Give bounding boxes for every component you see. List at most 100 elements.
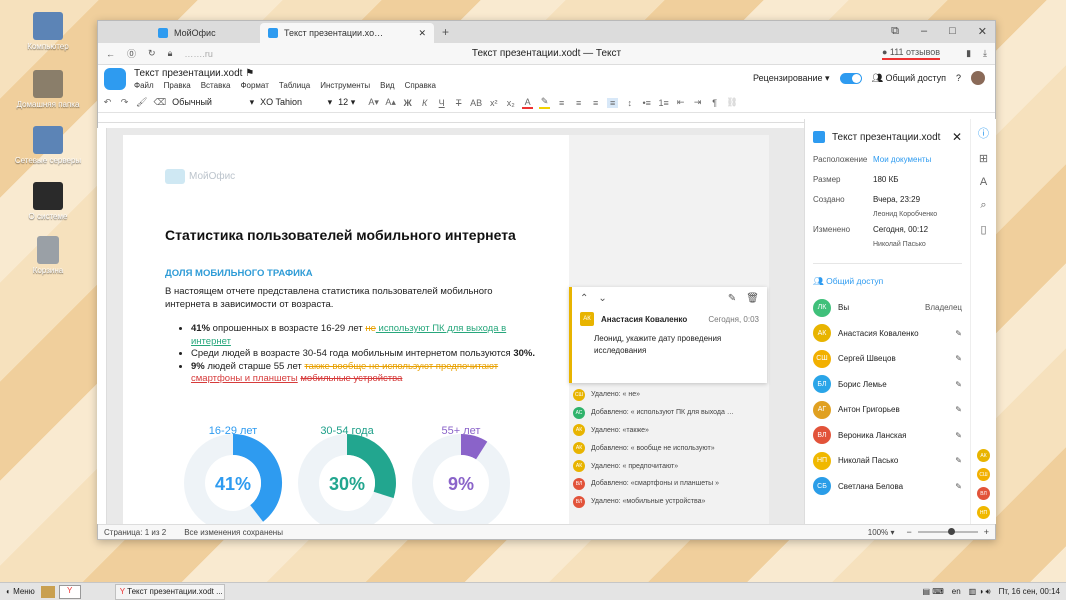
document-page[interactable]: МойОфис Статистика пользователей мобильн… — [123, 135, 569, 524]
menu-tools[interactable]: Инструменты — [320, 81, 370, 90]
minimize-icon[interactable]: – — [921, 25, 927, 38]
maximize-icon[interactable]: □ — [949, 25, 956, 38]
highlight-icon[interactable]: ✎ — [539, 96, 551, 109]
menu-table[interactable]: Таблица — [279, 81, 310, 90]
review-toggle[interactable] — [839, 72, 862, 84]
zoom-in-icon[interactable]: + — [984, 527, 989, 537]
share-person-row[interactable]: БЛ Борис Лемье ✎ — [813, 372, 962, 398]
indent-icon[interactable]: ⇥ — [692, 97, 703, 108]
reviews-badge[interactable]: ● 111 отзывов — [881, 47, 941, 60]
undo-icon[interactable]: ↶ — [102, 97, 113, 108]
next-comment-icon[interactable]: ⌄ — [598, 293, 606, 304]
tab-myoffice[interactable]: МойОфис — [150, 23, 260, 43]
change-item[interactable]: СШ Удалено: « не» — [573, 386, 763, 404]
increase-font-icon[interactable]: A▴ — [385, 97, 396, 108]
search-icon[interactable]: ⌕ — [980, 199, 986, 212]
desktop-icon-home[interactable]: Домашняя папка — [8, 70, 88, 109]
presence-avatar[interactable]: АК — [977, 449, 990, 462]
comment-card[interactable]: ⌃ ⌄ ✎ 🗑︎ АК Анастасия Коваленко Сегодня, 0:03… — [569, 287, 767, 383]
location-link[interactable]: Мои документы — [873, 153, 931, 173]
close-window-icon[interactable]: ✕ — [978, 25, 987, 38]
redo-icon[interactable]: ↷ — [119, 97, 130, 108]
align-center-icon[interactable]: ≡ — [573, 98, 584, 108]
download-icon[interactable]: ⤓ — [983, 48, 987, 59]
superscript-icon[interactable]: x² — [488, 98, 499, 108]
bookmark-icon[interactable]: ▯ — [980, 223, 986, 236]
decrease-font-icon[interactable]: A▾ — [368, 97, 379, 108]
close-panel-icon[interactable]: ✕ — [952, 130, 962, 144]
yandex-launcher-icon[interactable]: Y — [58, 584, 81, 599]
share-button[interactable]: 👥︎ Общий доступ — [872, 73, 946, 84]
desktop-icon-trash[interactable]: Корзина — [8, 236, 88, 275]
change-item[interactable]: АС Добавлено: « используют ПК для выхода … — [573, 404, 763, 422]
snap-icon[interactable]: ⧉ — [891, 25, 899, 38]
menu-insert[interactable]: Вставка — [201, 81, 231, 90]
share-person-row[interactable]: НП Николай Пасько ✎ — [813, 448, 962, 474]
taskbar-window-button[interactable]: Y Текст презентации.xodt ... — [114, 583, 225, 600]
back-icon[interactable]: ← — [106, 49, 115, 59]
format-painter-icon[interactable]: 🖌︎ — [136, 97, 147, 108]
delete-comment-icon[interactable]: 🗑︎ — [746, 293, 759, 304]
share-section-title[interactable]: 👥︎ Общий доступ — [813, 263, 962, 287]
reload-icon[interactable]: ↻ — [148, 48, 156, 59]
desktop-icon-computer[interactable]: Компьютер — [8, 12, 88, 51]
zoom-out-icon[interactable]: − — [906, 527, 911, 537]
yandex-icon[interactable]: ⓪ — [127, 47, 136, 60]
share-person-row[interactable]: ВЛ Вероника Ланская ✎ — [813, 423, 962, 449]
strikethrough-icon[interactable]: Т — [453, 98, 464, 108]
vertical-ruler[interactable] — [97, 128, 107, 524]
zoom-slider-handle[interactable] — [947, 528, 955, 535]
flag-icon[interactable]: ⚑ — [245, 68, 254, 79]
desktop-icon-about[interactable]: О системе — [8, 182, 88, 221]
align-justify-icon[interactable]: ≡ — [607, 97, 619, 108]
font-select[interactable]: XO Tahion ▾ — [260, 97, 332, 108]
edit-permission-icon[interactable]: ✎ — [955, 456, 962, 465]
presence-avatar[interactable]: НП — [977, 506, 990, 519]
change-item[interactable]: АК Удалено: «также» — [573, 422, 763, 440]
change-item[interactable]: АК Добавлено: « вообще не используют» — [573, 439, 763, 457]
italic-icon[interactable]: К — [419, 98, 430, 108]
help-icon[interactable]: ? — [956, 73, 961, 83]
text-color-icon[interactable]: A — [522, 97, 534, 109]
bullets-icon[interactable]: •≡ — [641, 98, 652, 108]
link-icon[interactable]: ⛓ — [726, 97, 737, 108]
edit-permission-icon[interactable]: ✎ — [955, 354, 962, 363]
tab-document[interactable]: Текст презентации.xo… ✕ — [260, 23, 434, 43]
edit-permission-icon[interactable]: ✎ — [955, 431, 962, 440]
prev-comment-icon[interactable]: ⌃ — [580, 293, 588, 304]
font-size-select[interactable]: 12 ▾ — [338, 97, 362, 108]
files-launcher-icon[interactable] — [40, 585, 55, 598]
document-name[interactable]: Текст презентации.xodt — [134, 68, 242, 79]
avatar[interactable] — [971, 71, 985, 85]
edit-permission-icon[interactable]: ✎ — [955, 482, 962, 491]
presence-avatar[interactable]: ВЛ — [977, 487, 990, 500]
review-mode-select[interactable]: Рецензирование ▾ — [753, 73, 830, 84]
subscript-icon[interactable]: x₂ — [505, 98, 516, 108]
add-comment-icon[interactable]: ⊞ — [979, 152, 988, 165]
align-right-icon[interactable]: ≡ — [590, 98, 601, 108]
language-indicator[interactable]: en — [952, 587, 961, 596]
share-person-row[interactable]: СБ Светлана Белова ✎ — [813, 474, 962, 500]
bold-icon[interactable]: Ж — [402, 98, 413, 108]
new-tab-icon[interactable]: + — [442, 25, 449, 39]
menu-edit[interactable]: Правка — [164, 81, 191, 90]
share-person-row[interactable]: АГ Антон Григорьев ✎ — [813, 397, 962, 423]
numbering-icon[interactable]: 1≡ — [658, 98, 669, 108]
style-select[interactable]: Обычный ▾ — [172, 97, 254, 108]
desktop-icon-network[interactable]: Сетевые серверы — [8, 126, 88, 165]
underline-icon[interactable]: Ч — [436, 98, 447, 108]
edit-comment-icon[interactable]: ✎ — [728, 293, 736, 304]
line-spacing-icon[interactable]: ↕ — [624, 98, 635, 108]
text-style-icon[interactable]: A — [980, 176, 987, 188]
menu-file[interactable]: Файл — [134, 81, 154, 90]
url-field[interactable]: …….ru — [184, 49, 213, 59]
clear-format-icon[interactable]: ⌫ — [153, 97, 166, 108]
caps-icon[interactable]: АВ — [470, 98, 482, 108]
edit-permission-icon[interactable]: ✎ — [955, 380, 962, 389]
change-item[interactable]: ВЛ Добавлено: «смартфоны и планшеты » — [573, 475, 763, 493]
bookmark-icon[interactable]: ▮ — [966, 48, 971, 59]
edit-permission-icon[interactable]: ✎ — [955, 405, 962, 414]
outdent-icon[interactable]: ⇤ — [675, 97, 686, 108]
share-person-row[interactable]: АК Анастасия Коваленко ✎ — [813, 321, 962, 347]
change-item[interactable]: ВЛ Удалено: «мобильные устройства» — [573, 493, 763, 511]
